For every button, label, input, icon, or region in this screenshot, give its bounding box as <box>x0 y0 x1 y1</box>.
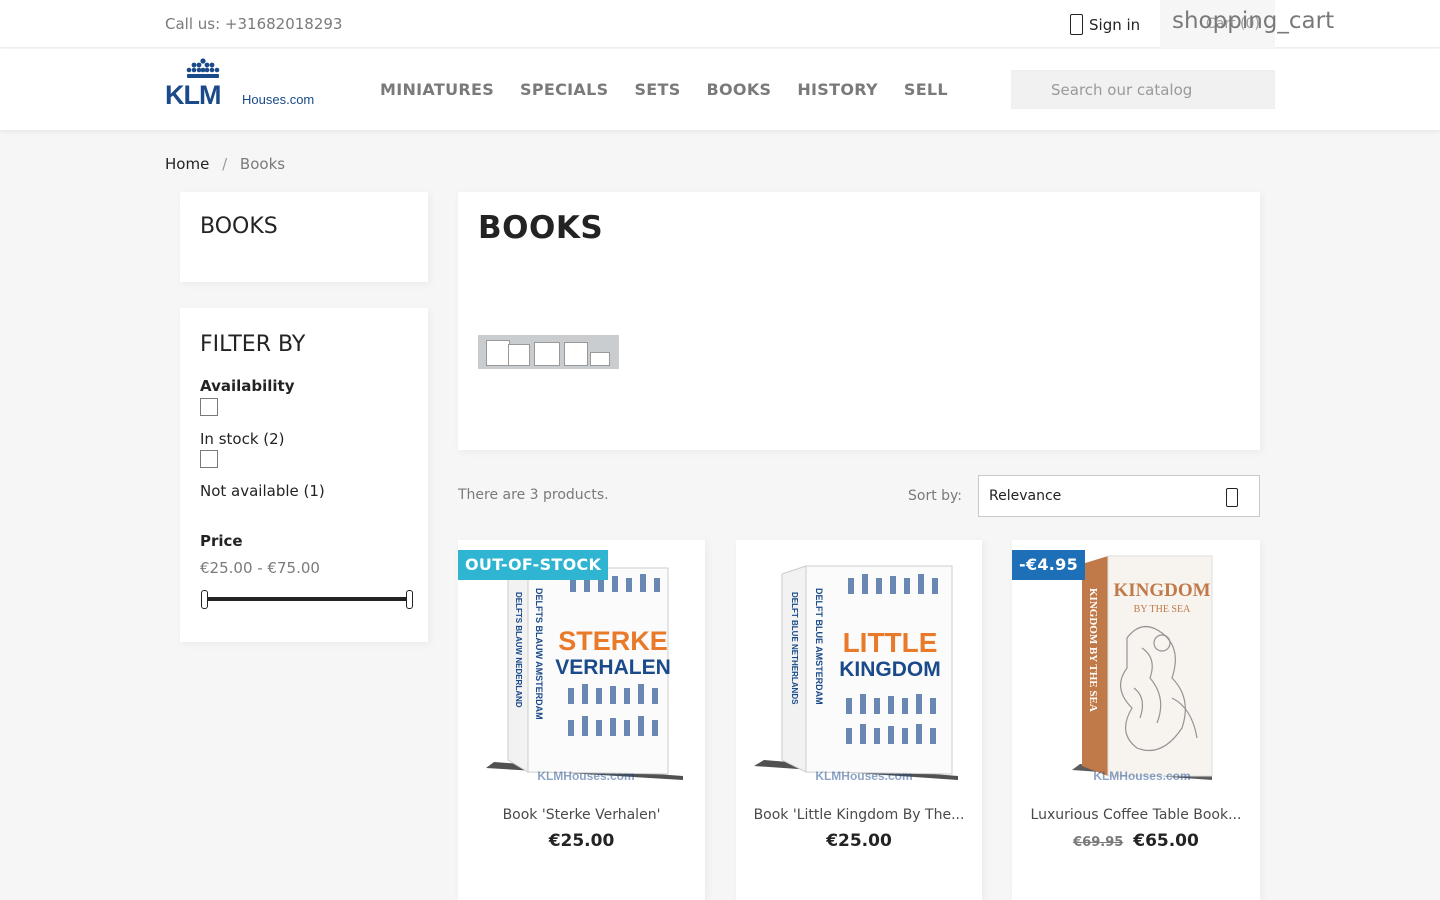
cover-title-line-2: VERHALEN <box>555 656 671 679</box>
sign-in-link[interactable]: Sign in <box>1070 14 1140 35</box>
sign-in-label: Sign in <box>1089 15 1141 34</box>
sort-select[interactable]: Relevance <box>978 475 1260 517</box>
crown-icon <box>186 58 220 78</box>
price-slider-min-handle[interactable] <box>201 590 208 609</box>
product-card[interactable]: LITTLE KINGDOM DELFT BLUE AMSTERDAM DELF… <box>736 540 982 900</box>
phone-number: Call us: +31682018293 <box>165 15 343 33</box>
product-name[interactable]: Book 'Sterke Verhalen' <box>458 807 705 823</box>
cover-title-line-2: BY THE SEA <box>1134 604 1191 615</box>
breadcrumb-separator: / <box>222 155 228 173</box>
dropdown-arrow-icon <box>1226 488 1238 507</box>
breadcrumb-home[interactable]: Home <box>165 155 209 173</box>
price-range-text: €25.00 - €75.00 <box>200 559 320 577</box>
spine-text-2: DELFT BLUE NETHERLANDS <box>790 592 799 705</box>
breadcrumb: Home / Books <box>165 155 285 173</box>
logo-klm-text: KLM <box>165 80 221 110</box>
not-available-checkbox[interactable] <box>200 450 218 468</box>
top-bar: Call us: +31682018293 Sign in Cart (0) s… <box>0 0 1440 48</box>
logo-houses-text: Houses.com <box>242 92 315 107</box>
nav-books[interactable]: BOOKS <box>707 80 772 99</box>
cover-title-line-1: STERKE <box>558 626 668 656</box>
spine-text-1: DELFTS BLAUW AMSTERDAM <box>534 588 544 720</box>
out-of-stock-badge: OUT-OF-STOCK <box>458 550 609 580</box>
product-name[interactable]: Book 'Little Kingdom By The... <box>736 807 982 823</box>
shopping-cart-icon: shopping_cart <box>1172 8 1335 34</box>
product-image[interactable]: KINGDOM BY THE SEA KINGDOM BY THE SEA KL… <box>1022 548 1250 788</box>
watermark: KLMHouses.com <box>815 769 912 783</box>
product-card[interactable]: STERKE VERHALEN DELFTS BLAUW AMSTERDAM D… <box>458 540 705 900</box>
price-slider-max-handle[interactable] <box>406 590 413 609</box>
price-value: €65.00 <box>1133 831 1199 851</box>
spine-text-2: DELFTS BLAUW NEDERLAND <box>514 592 523 708</box>
page-title: BOOKS <box>478 210 604 246</box>
cover-title-line-1: LITTLE <box>843 627 938 658</box>
nav-specials[interactable]: SPECIALS <box>520 80 608 99</box>
cart-button[interactable]: Cart (0) shopping_cart <box>1160 0 1334 48</box>
watermark: KLMHouses.com <box>1093 769 1190 783</box>
thumb-book-3 <box>534 342 560 366</box>
sort-value: Relevance <box>989 488 1062 504</box>
price-value: €25.00 <box>548 831 615 851</box>
product-count: There are 3 products. <box>458 487 609 503</box>
search-box <box>1011 70 1275 109</box>
breadcrumb-current: Books <box>239 155 286 173</box>
nav-sell[interactable]: SELL <box>904 80 948 99</box>
discount-badge: -€4.95 <box>1012 550 1086 580</box>
product-price: €69.95 €65.00 <box>1012 831 1260 851</box>
nav-miniatures[interactable]: MINIATURES <box>380 80 494 99</box>
thumb-book-5 <box>590 352 610 366</box>
category-image <box>478 335 619 369</box>
nav-sets[interactable]: SETS <box>634 80 680 99</box>
price-slider-track <box>204 597 409 601</box>
not-available-label[interactable]: Not available (1) <box>200 482 325 500</box>
search-input[interactable] <box>1012 71 1274 108</box>
sort-label: Sort by: <box>908 488 963 504</box>
price-title: Price <box>200 532 243 550</box>
filter-title: FILTER BY <box>200 332 306 357</box>
thumb-book-2 <box>508 344 530 366</box>
availability-title: Availability <box>200 377 295 395</box>
filter-block: FILTER BY Availability In stock (2) Not … <box>180 308 428 642</box>
cover-title-line-1: KINGDOM <box>1113 580 1210 601</box>
price-value: €25.00 <box>826 831 892 851</box>
product-image[interactable]: STERKE VERHALEN DELFTS BLAUW AMSTERDAM D… <box>468 548 695 788</box>
product-name[interactable]: Luxurious Coffee Table Book... <box>1012 807 1260 823</box>
site-logo[interactable]: KLM Houses.com <box>165 58 330 110</box>
main-header: KLM Houses.com MINIATURES SPECIALS SETS … <box>0 49 1440 130</box>
watermark: KLMHouses.com <box>537 769 634 783</box>
in-stock-checkbox[interactable] <box>200 398 218 416</box>
product-price: €25.00 <box>736 831 982 851</box>
user-icon <box>1070 14 1083 35</box>
spine-text-1: DELFT BLUE AMSTERDAM <box>814 588 824 705</box>
nav-history[interactable]: HISTORY <box>797 80 878 99</box>
spine-text-1: KINGDOM BY THE SEA <box>1087 588 1099 712</box>
category-title[interactable]: BOOKS <box>200 214 278 239</box>
price-slider[interactable] <box>200 589 413 609</box>
old-price: €69.95 <box>1073 835 1124 850</box>
product-card[interactable]: KINGDOM BY THE SEA KINGDOM BY THE SEA KL… <box>1012 540 1260 900</box>
product-image[interactable]: LITTLE KINGDOM DELFT BLUE AMSTERDAM DELF… <box>746 548 972 788</box>
cover-title-line-2: KINGDOM <box>839 658 941 681</box>
product-price: €25.00 <box>458 831 705 851</box>
thumb-book-4 <box>564 342 588 366</box>
in-stock-label[interactable]: In stock (2) <box>200 430 285 448</box>
main-nav: MINIATURES SPECIALS SETS BOOKS HISTORY S… <box>380 80 974 99</box>
category-header: BOOKS <box>458 192 1260 450</box>
category-block: BOOKS <box>180 192 428 282</box>
thumb-book-1 <box>486 340 510 366</box>
